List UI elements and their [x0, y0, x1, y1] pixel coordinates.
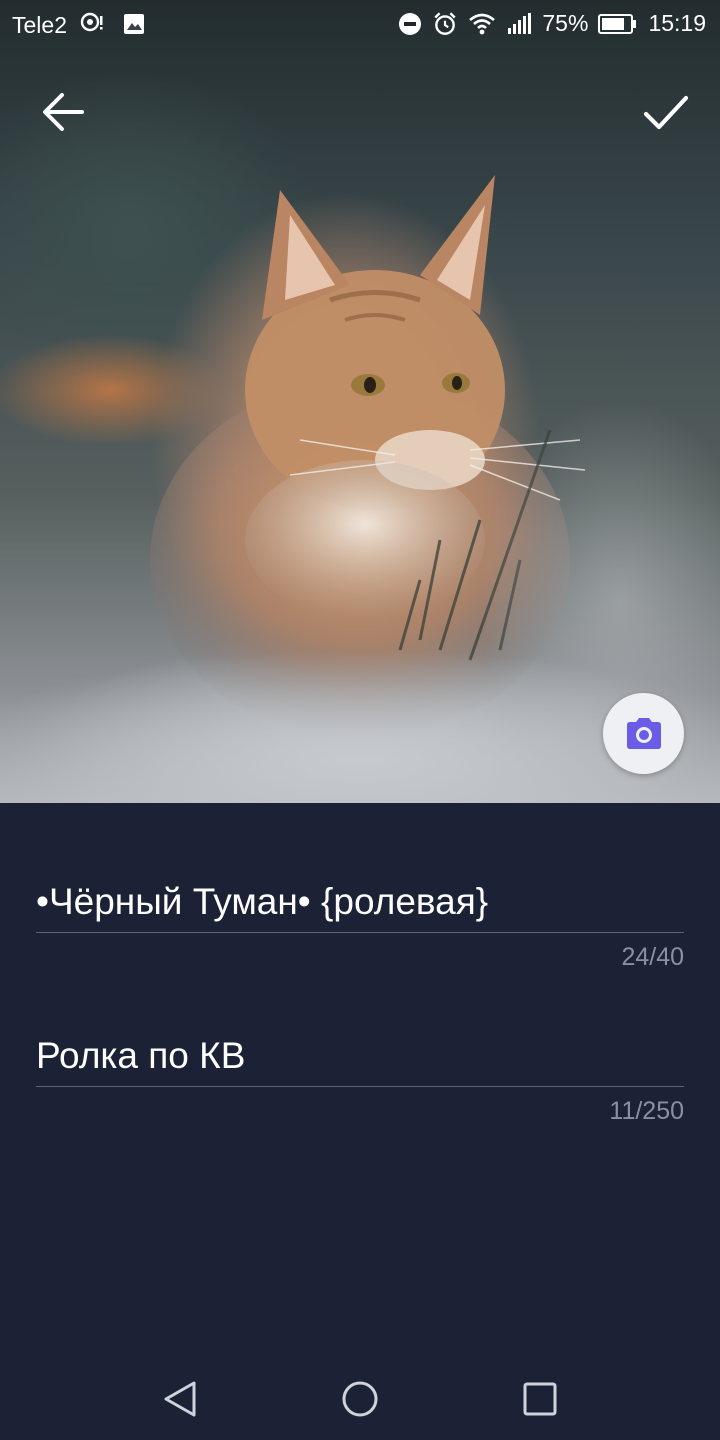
nav-back-button[interactable]	[158, 1377, 202, 1421]
location-alert-icon	[80, 12, 103, 32]
signal-icon	[508, 12, 532, 34]
nav-recents-button[interactable]	[518, 1377, 562, 1421]
description-char-counter: 11/250	[609, 1097, 684, 1125]
image-notification-icon	[124, 14, 144, 34]
battery-percent: 75%	[542, 10, 589, 36]
checkmark-icon	[643, 95, 689, 130]
confirm-button[interactable]	[640, 88, 692, 136]
nav-home-icon	[342, 1381, 378, 1417]
wifi-icon	[469, 13, 496, 34]
battery-icon	[598, 13, 637, 34]
back-button[interactable]	[38, 88, 88, 136]
status-bar: Tele2 75% 15:19	[0, 0, 720, 50]
description-input[interactable]: Ролка по КВ	[36, 1034, 684, 1087]
carrier-name: Tele2	[12, 12, 67, 38]
alarm-icon	[434, 11, 456, 35]
system-nav-bar	[0, 1355, 720, 1440]
nav-back-icon	[164, 1381, 196, 1417]
clock-time: 15:19	[648, 10, 706, 36]
nav-home-button[interactable]	[338, 1377, 382, 1421]
cat-illustration	[0, 175, 720, 803]
name-input[interactable]: •Чёрный Туман• {ролевая}	[36, 880, 684, 933]
arrow-left-icon	[43, 93, 84, 131]
group-photo: Tele2 75% 15:19	[0, 0, 720, 803]
nav-recents-icon	[523, 1382, 557, 1416]
name-field[interactable]: •Чёрный Туман• {ролевая} 24/40	[36, 880, 684, 972]
change-photo-button[interactable]	[603, 693, 684, 774]
name-char-counter: 24/40	[621, 943, 684, 971]
camera-icon	[626, 717, 661, 749]
description-field[interactable]: Ролка по КВ 11/250	[36, 1034, 684, 1126]
do-not-disturb-icon	[399, 12, 422, 35]
